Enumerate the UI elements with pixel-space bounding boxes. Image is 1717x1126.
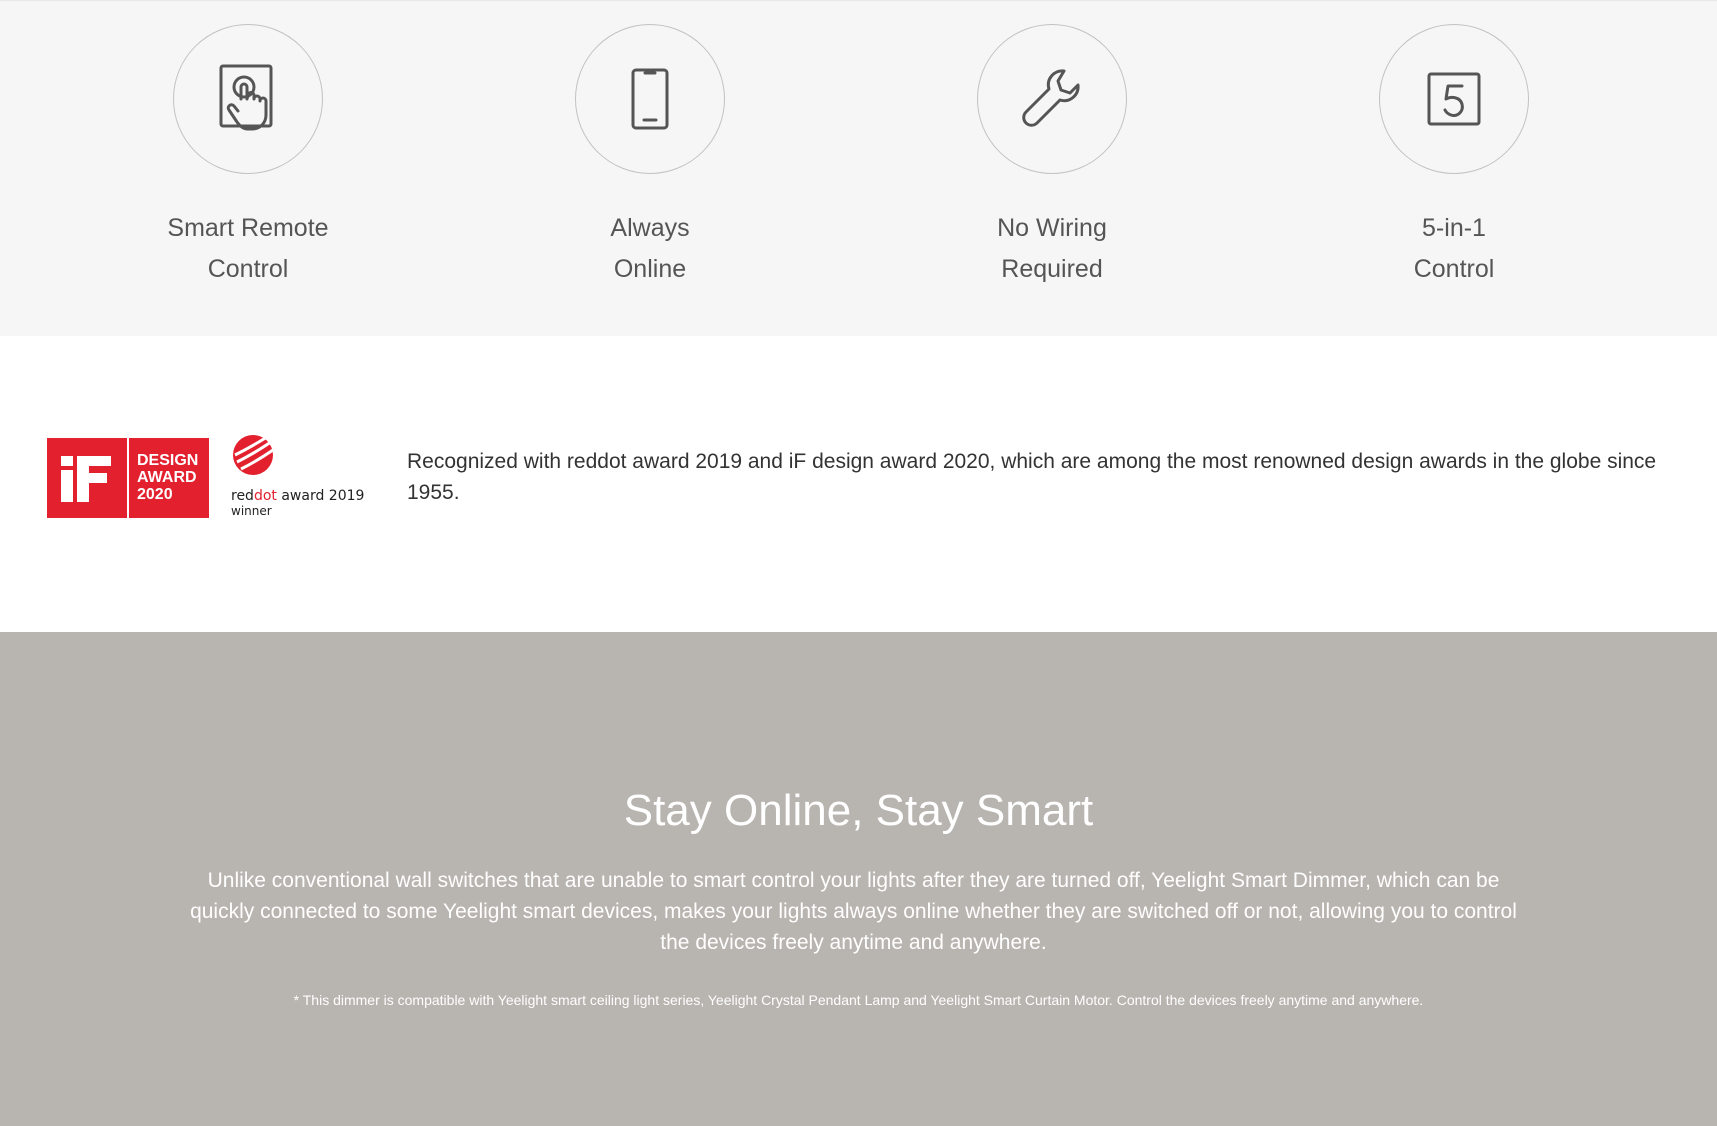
five-in-box-icon: [1427, 72, 1481, 126]
awards-section: DESIGN AWARD 2020 reddot award 2019 winner…: [0, 336, 1717, 632]
if-design-award-logo: DESIGN AWARD 2020: [47, 438, 209, 518]
stay-online-section: Stay Online, Stay Smart Unlike conventio…: [0, 632, 1717, 1126]
reddot-icon: [233, 435, 274, 475]
feature-label-line2: Control: [1413, 255, 1495, 283]
feature-label-line1: Smart Remote: [167, 214, 329, 242]
wrench-icon: [1022, 69, 1080, 127]
feature-label-line2: Required: [1001, 255, 1103, 283]
feature-label: Always Online: [500, 208, 800, 290]
feature-icon-circle: [575, 24, 725, 174]
feature-label: 5-in-1 Control: [1304, 208, 1604, 290]
section-title: Stay Online, Stay Smart: [623, 786, 1094, 835]
feature-label-line1: No Wiring: [997, 214, 1107, 242]
feature-label-line1: Always: [610, 214, 690, 242]
feature-label-line2: Control: [207, 255, 289, 283]
awards-description: Recognized with reddot award 2019 and iF…: [407, 450, 1657, 504]
if-logo-icon: [61, 456, 111, 502]
reddot-logo-sub: winner: [231, 504, 272, 518]
features-section: Smart Remote Control Always Online No Wi…: [0, 0, 1717, 336]
feature-icon-circle: [173, 24, 323, 174]
reddot-award-logo: reddot award 2019 winner: [226, 432, 364, 532]
feature-label: Smart Remote Control: [98, 208, 398, 290]
smartphone-icon: [631, 68, 669, 130]
feature-icon-circle: [977, 24, 1127, 174]
reddot-logo-text: reddot award 2019: [231, 488, 365, 504]
touch-hand-icon: [219, 64, 273, 131]
feature-label: No Wiring Required: [902, 208, 1202, 290]
if-logo-mark: [47, 438, 127, 518]
section-description: Unlike conventional wall switches that a…: [190, 869, 1517, 954]
feature-icon-circle: [1379, 24, 1529, 174]
feature-label-line1: 5-in-1: [1422, 214, 1486, 242]
compatibility-note: * This dimmer is compatible with Yeeligh…: [293, 992, 1424, 1008]
if-logo-text: DESIGN AWARD 2020: [129, 438, 209, 518]
feature-label-line2: Online: [613, 255, 687, 283]
